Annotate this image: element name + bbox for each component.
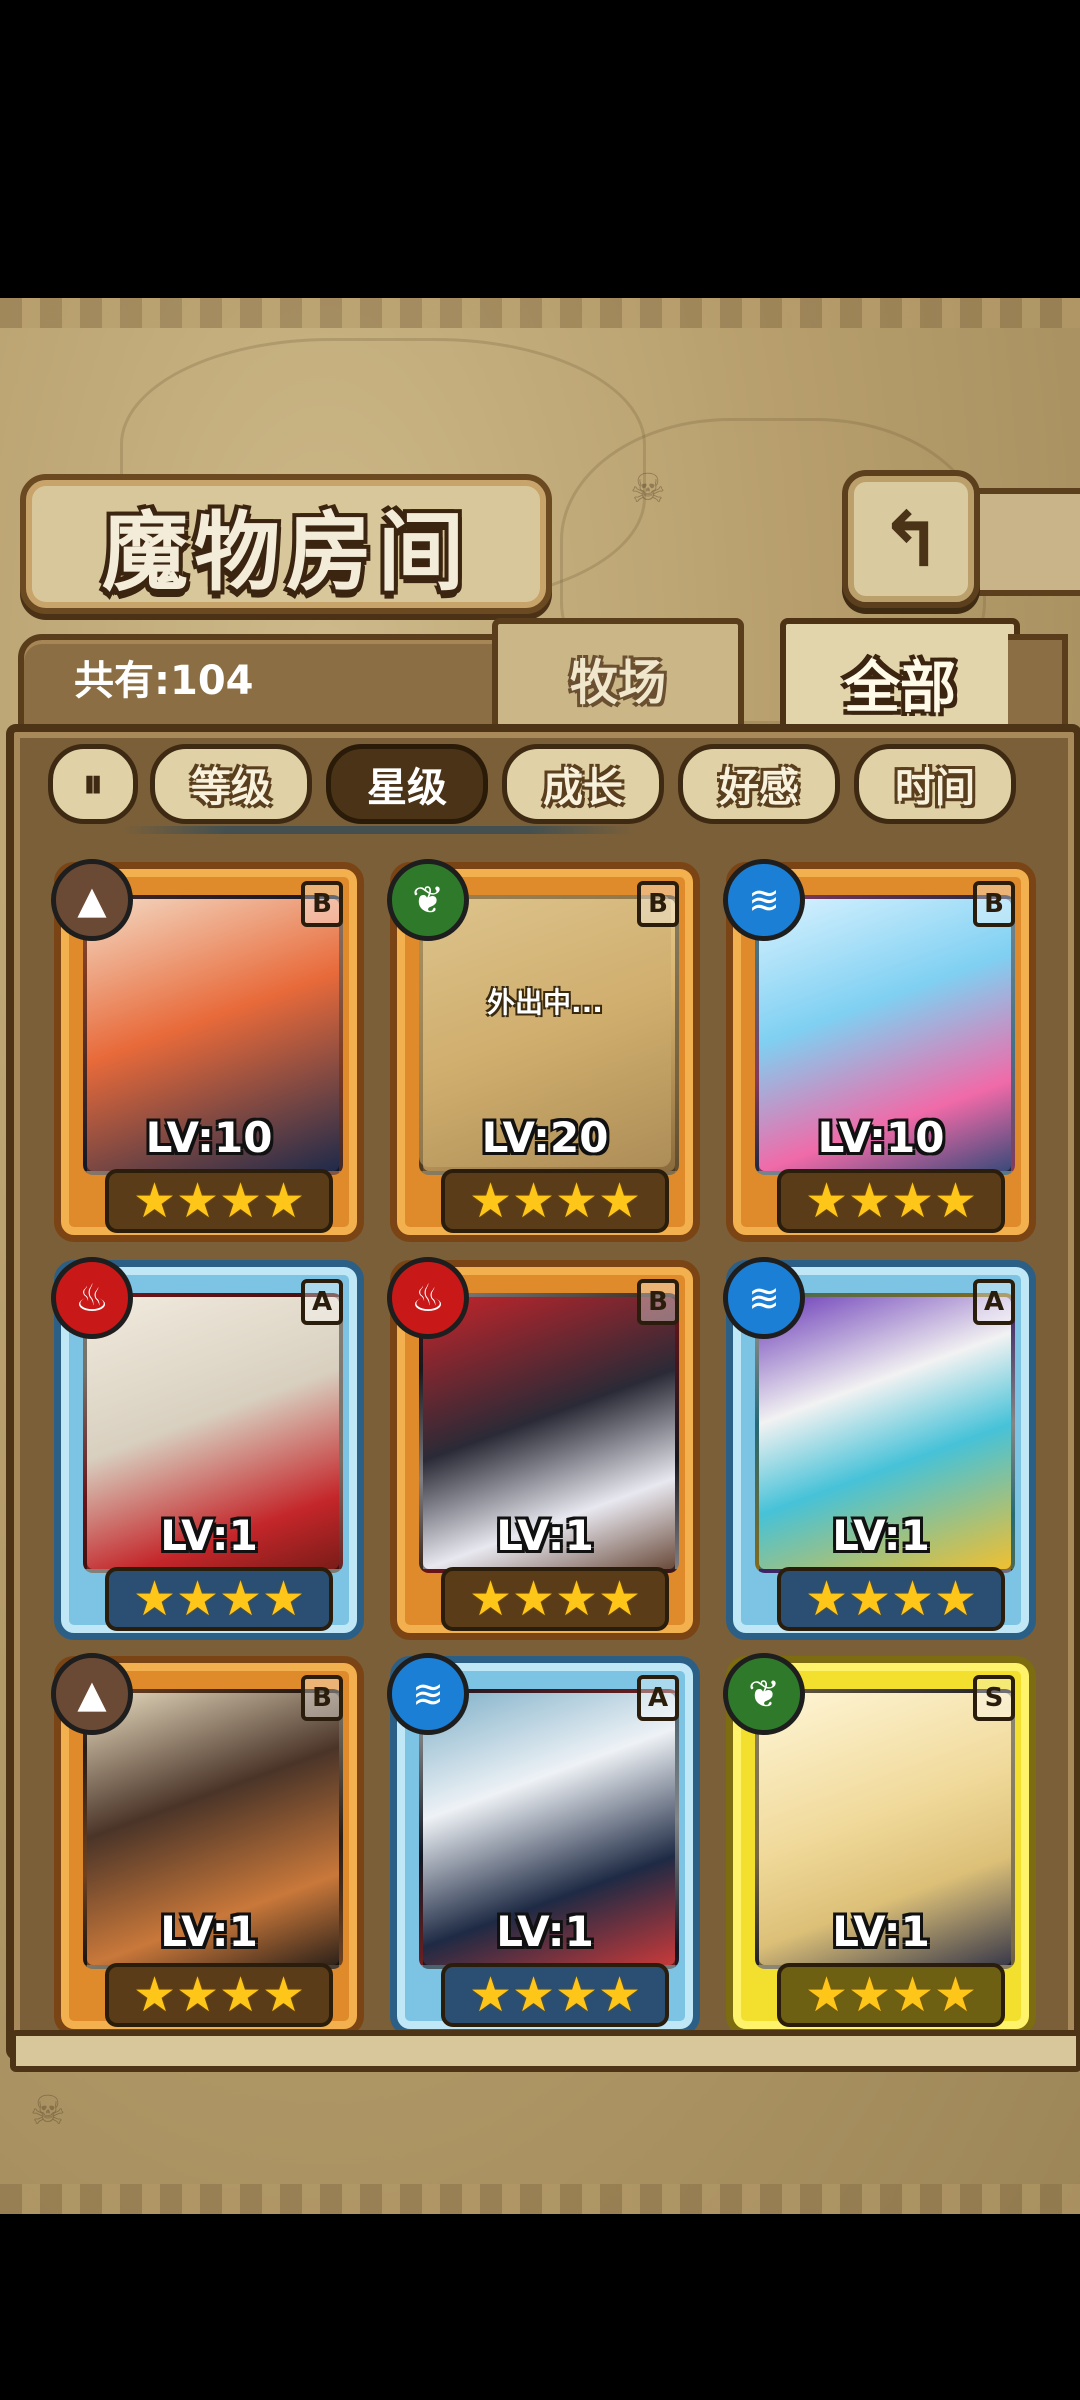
sort-level-button[interactable]: 等级	[150, 744, 312, 824]
monster-level: LV:1	[832, 1907, 930, 1956]
sort-order-toggle[interactable]: ⏸	[48, 744, 138, 824]
sort-underline	[124, 826, 632, 834]
torn-edge-top	[0, 298, 1080, 328]
monster-card[interactable]: ≋ A LV:1 ★★★★	[723, 1257, 1036, 1640]
star-rating: ★★★★	[777, 1169, 1005, 1233]
monster-level: LV:10	[817, 1113, 945, 1162]
torn-edge-bottom	[0, 2184, 1080, 2214]
monster-level: LV:1	[832, 1511, 930, 1560]
star-rating: ★★★★	[105, 1963, 333, 2027]
fire-element-icon: ♨	[387, 1257, 469, 1339]
monster-card[interactable]: ≋ B LV:10 ★★★★	[723, 859, 1036, 1242]
plant-element-icon: ❦	[387, 859, 469, 941]
grade-badge: A	[301, 1279, 343, 1325]
tab-bar-cap	[1008, 634, 1068, 736]
back-button[interactable]: ↰	[842, 470, 980, 608]
monster-level: LV:10	[145, 1113, 273, 1162]
monster-level: LV:1	[496, 1511, 594, 1560]
grade-badge: B	[973, 881, 1015, 927]
water-element-icon: ≋	[723, 859, 805, 941]
monster-card[interactable]: ≋ A LV:1 ★★★★	[387, 1653, 700, 2036]
star-rating: ★★★★	[777, 1963, 1005, 2027]
star-rating: ★★★★	[777, 1567, 1005, 1631]
plant-element-icon: ❦	[723, 1653, 805, 1735]
sort-affection-button[interactable]: 好感	[678, 744, 840, 824]
monster-card[interactable]: ❦ S LV:1 ★★★★	[723, 1653, 1036, 2036]
monster-level: LV:1	[160, 1907, 258, 1956]
grade-badge: B	[637, 881, 679, 927]
star-rating: ★★★★	[105, 1169, 333, 1233]
water-element-icon: ≋	[387, 1653, 469, 1735]
star-rating: ★★★★	[105, 1567, 333, 1631]
sort-time-button[interactable]: 时间	[854, 744, 1016, 824]
skull-icon: ☠	[30, 2088, 66, 2134]
tab-ranch[interactable]: 牧场	[492, 618, 744, 738]
title-plaque: 魔物房间	[20, 474, 552, 614]
panel-bottom-frame	[10, 2030, 1080, 2072]
monster-card[interactable]: ▲ B LV:1 ★★★★	[51, 1653, 364, 2036]
monster-level: LV:1	[160, 1511, 258, 1560]
monster-count: 共有:104	[74, 658, 254, 704]
water-element-icon: ≋	[723, 1257, 805, 1339]
star-rating: ★★★★	[441, 1567, 669, 1631]
monster-card[interactable]: ▲ B LV:10 ★★★★	[51, 859, 364, 1242]
fire-element-icon: ♨	[51, 1257, 133, 1339]
grade-badge: B	[301, 881, 343, 927]
away-status: 外出中...	[487, 986, 603, 1019]
star-rating: ★★★★	[441, 1169, 669, 1233]
star-rating: ★★★★	[441, 1963, 669, 2027]
grade-badge: B	[637, 1279, 679, 1325]
earth-element-icon: ▲	[51, 1653, 133, 1735]
monster-card[interactable]: ♨ B LV:1 ★★★★	[387, 1257, 700, 1640]
monster-card[interactable]: ♨ A LV:1 ★★★★	[51, 1257, 364, 1640]
sort-growth-button[interactable]: 成长	[502, 744, 664, 824]
return-arrow-icon: ↰	[879, 494, 943, 584]
grade-badge: B	[301, 1675, 343, 1721]
sort-order-icon: ⏸	[83, 761, 103, 807]
grade-badge: S	[973, 1675, 1015, 1721]
grade-badge: A	[973, 1279, 1015, 1325]
monster-level: LV:1	[496, 1907, 594, 1956]
sort-star-button[interactable]: 星级	[326, 744, 488, 824]
earth-element-icon: ▲	[51, 859, 133, 941]
grade-badge: A	[637, 1675, 679, 1721]
monster-level: LV:20	[481, 1113, 609, 1162]
header-bar-right	[968, 488, 1080, 596]
skull-icon: ☠	[630, 466, 666, 512]
monster-card[interactable]: 外出中... ❦ B LV:20 ★★★★	[387, 859, 700, 1242]
page-title: 魔物房间	[102, 502, 470, 603]
